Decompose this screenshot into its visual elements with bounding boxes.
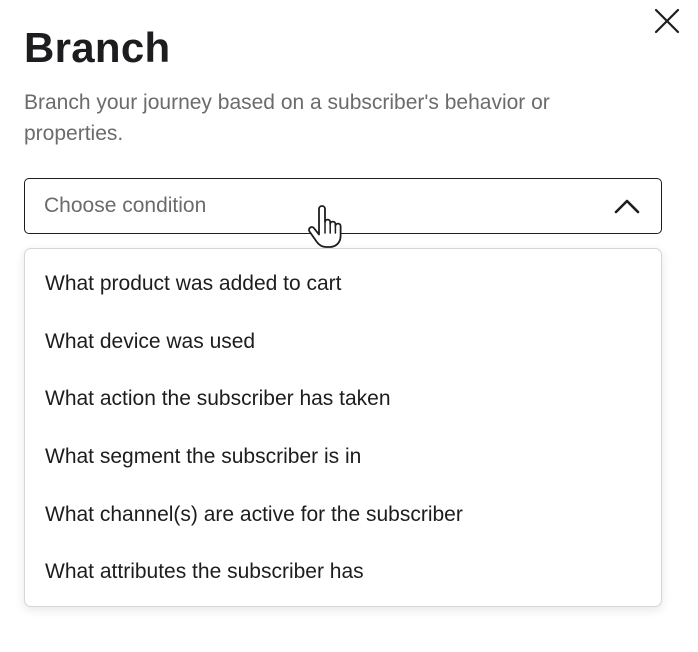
condition-option-product-added-to-cart[interactable]: What product was added to cart bbox=[25, 258, 661, 310]
condition-option-segment[interactable]: What segment the subscriber is in bbox=[25, 431, 661, 483]
condition-option-active-channels[interactable]: What channel(s) are active for the subsc… bbox=[25, 489, 661, 541]
condition-dropdown-menu: What product was added to cart What devi… bbox=[24, 248, 662, 607]
branch-panel: Branch Branch your journey based on a su… bbox=[0, 0, 698, 652]
condition-option-attributes[interactable]: What attributes the subscriber has bbox=[25, 546, 661, 598]
panel-description: Branch your journey based on a subscribe… bbox=[24, 91, 550, 145]
chevron-up-icon[interactable] bbox=[613, 196, 641, 216]
close-button[interactable] bbox=[652, 6, 682, 36]
condition-option-device-used[interactable]: What device was used bbox=[25, 316, 661, 368]
close-icon bbox=[654, 8, 680, 34]
condition-select-placeholder: Choose condition bbox=[44, 194, 207, 217]
condition-select[interactable]: Choose condition bbox=[24, 178, 662, 234]
page-title: Branch bbox=[24, 24, 171, 71]
condition-option-action-taken[interactable]: What action the subscriber has taken bbox=[25, 373, 661, 425]
